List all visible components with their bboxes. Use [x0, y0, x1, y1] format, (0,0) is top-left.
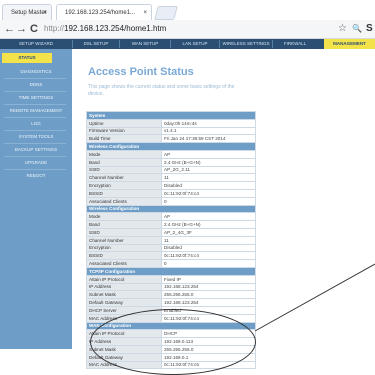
url-scheme: http:// — [44, 24, 65, 33]
browser-tab[interactable]: Setup Master × — [2, 4, 52, 20]
annotation-pointer-line — [254, 263, 375, 332]
search-icon[interactable]: 🔍 — [352, 23, 362, 35]
forward-arrow-icon[interactable]: → — [16, 22, 27, 36]
router-page: SETUP WIZARD DSL SETUP WAN SETUP LAN SET… — [0, 39, 375, 375]
tab-label: 192.168.123.254/home1... — [65, 10, 136, 16]
back-arrow-icon[interactable]: ← — [4, 22, 15, 36]
tab-label: Setup Master — [11, 10, 47, 16]
new-tab-button[interactable] — [154, 6, 178, 20]
address-bar[interactable]: http://192.168.123.254/home1.htm — [44, 23, 166, 35]
close-icon[interactable]: × — [43, 5, 47, 20]
browser-tab-active[interactable]: 192.168.123.254/home1... × — [56, 4, 152, 20]
close-icon[interactable]: × — [143, 5, 147, 20]
reload-icon[interactable]: C — [30, 22, 38, 36]
url-text: 192.168.123.254/home1.htm — [64, 24, 167, 33]
extension-icon[interactable]: S — [366, 23, 373, 35]
bookmark-star-icon[interactable]: ☆ — [338, 23, 347, 35]
browser-nav-bar: ← → C http://192.168.123.254/home1.htm ☆… — [0, 20, 375, 39]
browser-tab-bar: Setup Master × 192.168.123.254/home1... … — [0, 0, 375, 20]
